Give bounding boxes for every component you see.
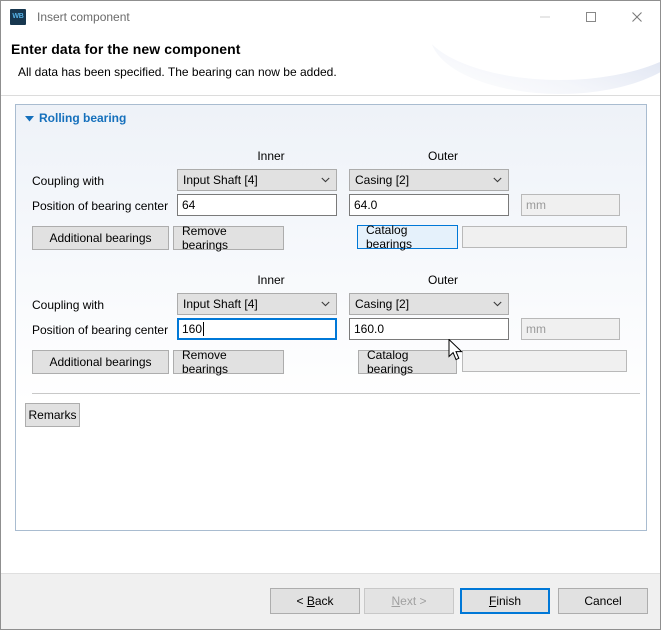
- maximize-icon: [586, 11, 596, 22]
- window-title: Insert component: [37, 9, 130, 24]
- additional-bearings-button-1[interactable]: Additional bearings: [32, 226, 169, 250]
- remarks-button[interactable]: Remarks: [25, 403, 80, 427]
- dialog-body: Rolling bearing Inner Outer Coupling wit…: [1, 96, 660, 573]
- position-inner-value-2: 160: [182, 322, 203, 336]
- position-inner-input-1[interactable]: 64: [177, 194, 337, 216]
- title-bar: WB Insert component: [1, 1, 660, 32]
- coupling-with-label-2: Coupling with: [32, 298, 105, 312]
- catalog-value-field-2[interactable]: [462, 350, 627, 372]
- chevron-down-icon: [321, 170, 330, 190]
- window-controls: [522, 1, 660, 32]
- remove-bearings-button-2[interactable]: Remove bearings: [173, 348, 284, 376]
- coupling-outer-dropdown-2[interactable]: Casing [2]: [349, 293, 509, 315]
- position-label-1: Position of bearing center: [32, 199, 169, 213]
- finish-accel: F: [488, 594, 497, 608]
- text-caret: [203, 322, 205, 336]
- app-icon: WB: [10, 8, 26, 25]
- insert-component-dialog: WB Insert component Enter data for the n…: [0, 0, 661, 630]
- page-subtitle: All data has been specified. The bearing…: [18, 65, 337, 79]
- finish-button-label: Finish: [488, 594, 522, 608]
- coupling-inner-dropdown-1[interactable]: Input Shaft [4]: [177, 169, 337, 191]
- unit-label-2: mm: [526, 322, 546, 336]
- unit-field-2: mm: [521, 318, 620, 340]
- chevron-down-icon[interactable]: [23, 112, 35, 124]
- coupling-with-label-1: Coupling with: [32, 174, 105, 188]
- close-icon: [632, 11, 642, 22]
- page-title: Enter data for the new component: [11, 41, 241, 57]
- catalog-bearings-button-1[interactable]: Catalog bearings: [357, 223, 458, 251]
- remove-bearings-button-1[interactable]: Remove bearings: [173, 224, 284, 252]
- position-outer-value-2: 160.0: [354, 322, 385, 336]
- catalog-value-field-1[interactable]: [462, 226, 627, 248]
- coupling-inner-value-2: Input Shaft [4]: [183, 297, 258, 311]
- cancel-button[interactable]: Cancel: [558, 588, 648, 614]
- coupling-outer-dropdown-1[interactable]: Casing [2]: [349, 169, 509, 191]
- column-header-outer-2: Outer: [427, 273, 458, 287]
- additional-bearings-button-2[interactable]: Additional bearings: [32, 350, 169, 374]
- header-decoration-mask: [420, 32, 660, 80]
- panel-title: Rolling bearing: [39, 111, 127, 125]
- position-inner-input-2[interactable]: 160: [177, 318, 337, 340]
- maximize-button[interactable]: [568, 1, 614, 32]
- column-header-inner-1: Inner: [257, 149, 285, 163]
- unit-label-1: mm: [526, 198, 546, 212]
- next-accel: N: [391, 594, 401, 608]
- column-header-inner-2: Inner: [257, 273, 285, 287]
- dialog-footer: < Back Next > Finish Cancel: [1, 573, 660, 629]
- coupling-outer-value-1: Casing [2]: [355, 173, 410, 187]
- chevron-down-icon: [493, 294, 502, 314]
- position-label-2: Position of bearing center: [32, 323, 169, 337]
- catalog-bearings-button-2[interactable]: Catalog bearings: [358, 348, 457, 376]
- minimize-button[interactable]: [522, 1, 568, 32]
- wizard-header: Enter data for the new component All dat…: [1, 32, 660, 96]
- next-button[interactable]: Next >: [364, 588, 454, 614]
- section-divider: [32, 393, 640, 394]
- coupling-outer-value-2: Casing [2]: [355, 297, 410, 311]
- rolling-bearing-panel: Rolling bearing Inner Outer Coupling wit…: [15, 104, 647, 531]
- position-outer-input-2[interactable]: 160.0: [349, 318, 509, 340]
- unit-field-1: mm: [521, 194, 620, 216]
- column-header-outer-1: Outer: [427, 149, 458, 163]
- minimize-icon: [540, 16, 550, 17]
- position-outer-input-1[interactable]: 64.0: [349, 194, 509, 216]
- coupling-inner-value-1: Input Shaft [4]: [183, 173, 258, 187]
- chevron-down-icon: [493, 170, 502, 190]
- coupling-inner-dropdown-2[interactable]: Input Shaft [4]: [177, 293, 337, 315]
- position-outer-value-1: 64.0: [354, 198, 378, 212]
- back-button-label: < Back: [296, 594, 334, 608]
- back-button[interactable]: < Back: [270, 588, 360, 614]
- next-button-label: Next >: [391, 594, 427, 608]
- back-accel: B: [306, 594, 315, 608]
- finish-button[interactable]: Finish: [460, 588, 550, 614]
- close-button[interactable]: [614, 1, 660, 32]
- panel-header[interactable]: Rolling bearing: [16, 105, 646, 131]
- position-inner-value-1: 64: [182, 198, 196, 212]
- chevron-down-icon: [321, 294, 330, 314]
